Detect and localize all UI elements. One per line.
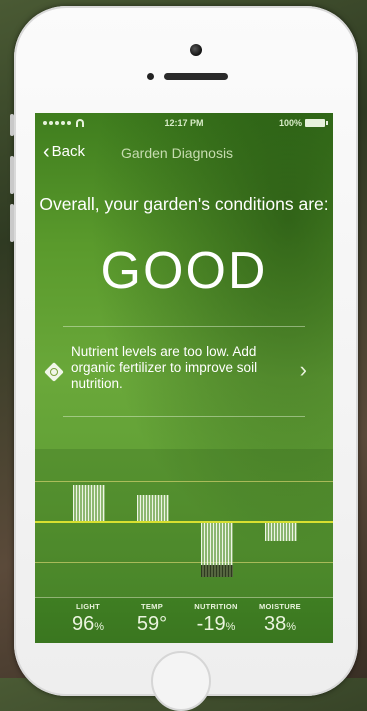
summary-verdict: GOOD	[100, 242, 268, 300]
metric-label: LIGHT	[76, 602, 100, 611]
back-label: Back	[51, 143, 86, 160]
volume-up-button	[10, 156, 14, 194]
chevron-right-icon: ›	[299, 357, 307, 382]
page-title: Garden Diagnosis	[121, 145, 234, 161]
metric-temp[interactable]: TEMP 59°	[117, 602, 187, 636]
metric-label: NUTRITION	[194, 602, 238, 611]
summary-headline: Overall, your garden's conditions are:	[39, 194, 329, 214]
nutrition-bar	[201, 523, 233, 565]
metric-value: 38%	[263, 613, 297, 635]
earpiece-speaker	[147, 72, 245, 80]
back-button[interactable]: ‹ Back	[43, 140, 86, 163]
divider-top	[63, 326, 305, 327]
metric-value: 96%	[71, 613, 105, 635]
metric-value: 59°	[136, 613, 168, 635]
metric-value: -19%	[196, 613, 236, 635]
app-screen: 12:17 PM 100% ‹ Back Garden Diagnosis Ov…	[35, 113, 333, 643]
metric-light[interactable]: LIGHT 96%	[53, 602, 123, 636]
temp-bar	[137, 495, 169, 521]
metrics-footer: LIGHT 96% TEMP 59° NUTRITION -19% MOISTU…	[35, 597, 333, 643]
chart-gridline-lower	[35, 562, 333, 563]
metric-label: TEMP	[140, 602, 164, 611]
metric-nutrition[interactable]: NUTRITION -19%	[181, 602, 251, 636]
light-bar	[73, 485, 105, 521]
status-bar: 12:17 PM 100%	[35, 113, 333, 133]
chevron-left-icon: ‹	[43, 140, 50, 163]
alert-text: Nutrient levels are too low. Add organic…	[71, 344, 258, 391]
nutrition-deficit-bar	[201, 565, 233, 577]
home-button[interactable]	[151, 651, 211, 711]
mute-switch	[10, 114, 14, 136]
front-camera	[190, 44, 202, 56]
volume-down-button	[10, 204, 14, 242]
conditions-chart	[35, 449, 333, 597]
chart-gridline-upper	[35, 481, 333, 482]
metric-label: MOISTURE	[259, 602, 301, 611]
battery-icon	[305, 119, 328, 127]
nutrient-alert-row[interactable]: Nutrient levels are too low. Add organic…	[35, 337, 333, 407]
divider-bottom	[63, 416, 305, 417]
battery-percent: 100%	[278, 118, 302, 128]
battery-indicator: 100%	[278, 118, 328, 128]
navigation-bar: ‹ Back Garden Diagnosis	[35, 135, 333, 169]
metric-moisture[interactable]: MOISTURE 38%	[245, 602, 315, 636]
moisture-bar	[265, 523, 297, 541]
fertilizer-diamond-icon	[44, 362, 64, 382]
